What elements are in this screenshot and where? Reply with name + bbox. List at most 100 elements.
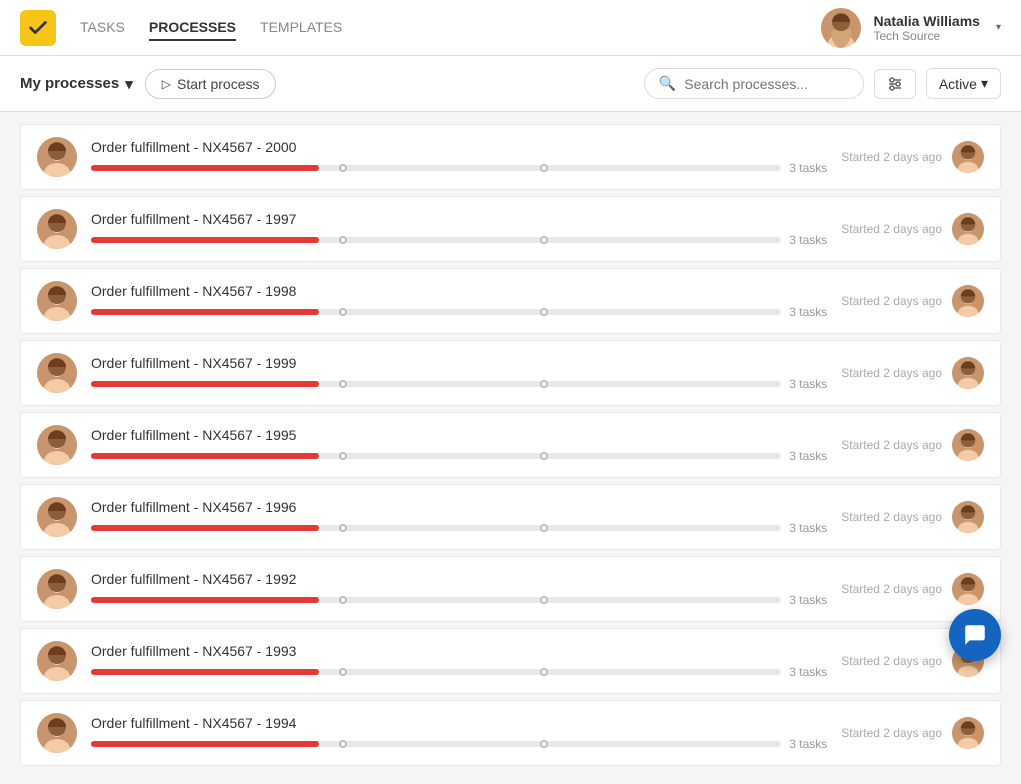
- process-main: Order fulfillment - NX4567 - 1997 3 task…: [91, 211, 827, 247]
- progress-row: 3 tasks: [91, 521, 827, 535]
- process-avatar: [37, 425, 77, 465]
- progress-row: 3 tasks: [91, 377, 827, 391]
- filter-button[interactable]: [874, 69, 916, 99]
- nav-processes[interactable]: PROCESSES: [149, 15, 236, 41]
- process-item[interactable]: Order fulfillment - NX4567 - 1992 3 task…: [20, 556, 1001, 622]
- progress-bar: [91, 165, 781, 171]
- chat-fab-button[interactable]: [949, 609, 1001, 661]
- process-main: Order fulfillment - NX4567 - 1993 3 task…: [91, 643, 827, 679]
- my-processes-button[interactable]: My processes ▾: [20, 75, 133, 93]
- progress-fill: [91, 165, 319, 171]
- progress-dot: [339, 596, 347, 604]
- process-right-avatar: [952, 501, 984, 533]
- tasks-label: 3 tasks: [789, 521, 827, 535]
- progress-dot: [339, 524, 347, 532]
- my-processes-chevron-icon: ▾: [125, 75, 133, 93]
- progress-bar: [91, 525, 781, 531]
- user-chevron-icon[interactable]: ▾: [996, 22, 1001, 33]
- process-main: Order fulfillment - NX4567 - 1996 3 task…: [91, 499, 827, 535]
- process-item[interactable]: Order fulfillment - NX4567 - 1997 3 task…: [20, 196, 1001, 262]
- toolbar-right: 🔍 Active ▾: [644, 68, 1001, 99]
- process-title: Order fulfillment - NX4567 - 1998: [91, 283, 827, 299]
- search-icon: 🔍: [659, 75, 676, 92]
- my-processes-label: My processes: [20, 75, 119, 92]
- process-title: Order fulfillment - NX4567 - 1992: [91, 571, 827, 587]
- progress-dot-2: [540, 524, 548, 532]
- process-title: Order fulfillment - NX4567 - 1996: [91, 499, 827, 515]
- start-process-button[interactable]: ▷ Start process: [145, 69, 277, 99]
- progress-row: 3 tasks: [91, 233, 827, 247]
- chat-icon: [962, 622, 988, 648]
- tasks-label: 3 tasks: [789, 233, 827, 247]
- active-label: Active: [939, 76, 977, 92]
- progress-bar: [91, 597, 781, 603]
- process-title: Order fulfillment - NX4567 - 1995: [91, 427, 827, 443]
- process-title: Order fulfillment - NX4567 - 2000: [91, 139, 827, 155]
- logo[interactable]: [20, 10, 56, 46]
- progress-fill: [91, 741, 319, 747]
- process-item[interactable]: Order fulfillment - NX4567 - 1998 3 task…: [20, 268, 1001, 334]
- process-right-avatar: [952, 285, 984, 317]
- tasks-label: 3 tasks: [789, 377, 827, 391]
- nav-tasks[interactable]: TASKS: [80, 15, 125, 41]
- nav-links: TASKS PROCESSES TEMPLATES: [80, 15, 342, 41]
- process-main: Order fulfillment - NX4567 - 1999 3 task…: [91, 355, 827, 391]
- search-input[interactable]: [684, 76, 849, 92]
- process-title: Order fulfillment - NX4567 - 1993: [91, 643, 827, 659]
- progress-fill: [91, 381, 319, 387]
- active-filter-button[interactable]: Active ▾: [926, 68, 1001, 99]
- process-list: Order fulfillment - NX4567 - 2000 3 task…: [0, 112, 1021, 784]
- tasks-label: 3 tasks: [789, 593, 827, 607]
- progress-dot: [339, 236, 347, 244]
- process-main: Order fulfillment - NX4567 - 1992 3 task…: [91, 571, 827, 607]
- process-avatar: [37, 353, 77, 393]
- process-title: Order fulfillment - NX4567 - 1994: [91, 715, 827, 731]
- process-avatar: [37, 569, 77, 609]
- progress-dot-2: [540, 236, 548, 244]
- process-avatar: [37, 137, 77, 177]
- user-company: Tech Source: [873, 29, 940, 43]
- process-item[interactable]: Order fulfillment - NX4567 - 1999 3 task…: [20, 340, 1001, 406]
- progress-dot-2: [540, 308, 548, 316]
- started-text: Started 2 days ago: [841, 294, 942, 308]
- tasks-label: 3 tasks: [789, 737, 827, 751]
- started-text: Started 2 days ago: [841, 510, 942, 524]
- toolbar: My processes ▾ ▷ Start process 🔍 Active …: [0, 56, 1021, 112]
- process-right-avatar: [952, 573, 984, 605]
- process-item[interactable]: Order fulfillment - NX4567 - 1995 3 task…: [20, 412, 1001, 478]
- started-text: Started 2 days ago: [841, 654, 942, 668]
- process-title: Order fulfillment - NX4567 - 1997: [91, 211, 827, 227]
- process-avatar: [37, 641, 77, 681]
- nav-templates[interactable]: TEMPLATES: [260, 15, 342, 41]
- process-right-avatar: [952, 357, 984, 389]
- process-item[interactable]: Order fulfillment - NX4567 - 1993 3 task…: [20, 628, 1001, 694]
- started-text: Started 2 days ago: [841, 726, 942, 740]
- search-box[interactable]: 🔍: [644, 68, 864, 99]
- process-item[interactable]: Order fulfillment - NX4567 - 1994 3 task…: [20, 700, 1001, 766]
- process-title: Order fulfillment - NX4567 - 1999: [91, 355, 827, 371]
- progress-fill: [91, 597, 319, 603]
- process-right: Started 2 days ago: [841, 141, 984, 173]
- progress-row: 3 tasks: [91, 593, 827, 607]
- start-process-label: Start process: [177, 76, 259, 92]
- active-chevron-icon: ▾: [981, 75, 988, 92]
- process-right: Started 2 days ago: [841, 717, 984, 749]
- process-right-avatar: [952, 213, 984, 245]
- progress-dot-2: [540, 596, 548, 604]
- progress-dot-2: [540, 164, 548, 172]
- process-main: Order fulfillment - NX4567 - 1994 3 task…: [91, 715, 827, 751]
- progress-dot: [339, 164, 347, 172]
- started-text: Started 2 days ago: [841, 366, 942, 380]
- progress-dot-2: [540, 740, 548, 748]
- progress-dot: [339, 668, 347, 676]
- progress-bar: [91, 669, 781, 675]
- avatar[interactable]: [821, 8, 861, 48]
- user-section: Natalia Williams Tech Source ▾: [821, 8, 1001, 48]
- user-name: Natalia Williams: [873, 13, 979, 29]
- process-item[interactable]: Order fulfillment - NX4567 - 2000 3 task…: [20, 124, 1001, 190]
- progress-fill: [91, 669, 319, 675]
- tasks-label: 3 tasks: [789, 665, 827, 679]
- process-main: Order fulfillment - NX4567 - 1995 3 task…: [91, 427, 827, 463]
- process-item[interactable]: Order fulfillment - NX4567 - 1996 3 task…: [20, 484, 1001, 550]
- progress-bar: [91, 741, 781, 747]
